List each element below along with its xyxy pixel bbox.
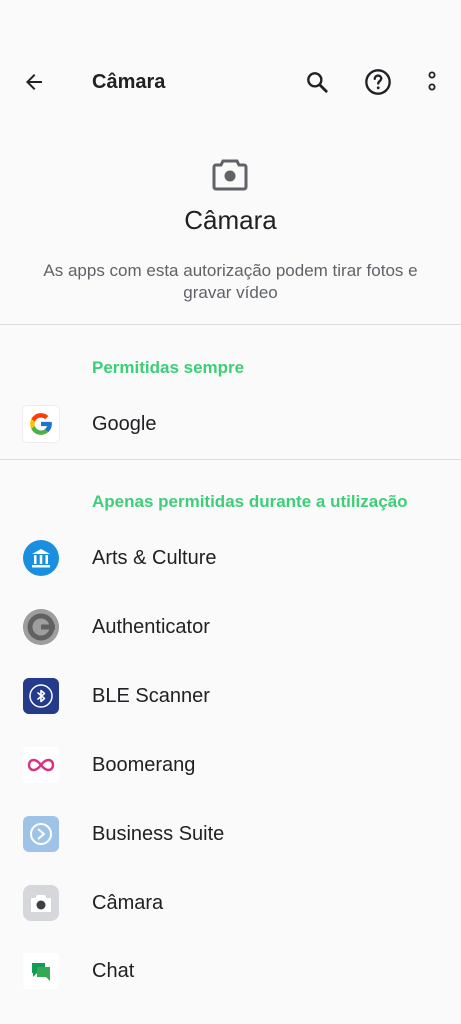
arts-culture-icon	[23, 540, 59, 576]
app-item-arts-culture[interactable]: Arts & Culture	[0, 524, 461, 593]
camera-app-icon	[23, 885, 59, 921]
business-suite-icon	[23, 816, 59, 852]
permission-description: As apps com esta autorização podem tirar…	[43, 261, 418, 302]
app-item-label: Authenticator	[92, 616, 210, 638]
app-item-label: BLE Scanner	[92, 685, 210, 707]
authenticator-icon	[23, 609, 59, 645]
search-button[interactable]	[297, 62, 337, 102]
app-item-label: Google	[92, 413, 157, 435]
app-item-label: Business Suite	[92, 823, 225, 845]
app-item-label: Câmara	[92, 892, 164, 914]
permission-title: Câmara	[184, 205, 277, 235]
more-options-button[interactable]	[412, 62, 452, 102]
app-item-google[interactable]: Google	[0, 390, 461, 459]
app-item-camera[interactable]: Câmara	[0, 869, 461, 938]
help-icon	[365, 69, 391, 95]
divider	[0, 324, 461, 325]
search-icon	[307, 72, 328, 93]
app-bar: Câmara	[0, 52, 461, 112]
google-icon	[23, 406, 59, 442]
back-button[interactable]	[14, 62, 54, 102]
app-item-business-suite[interactable]: Business Suite	[0, 800, 461, 869]
boomerang-icon	[23, 747, 59, 783]
app-item-authenticator[interactable]: Authenticator	[0, 593, 461, 662]
app-item-chat[interactable]: Chat	[0, 937, 461, 1006]
section-title-always: Permitidas sempre	[92, 358, 245, 377]
arrow-back-icon	[26, 74, 42, 90]
chat-icon	[23, 953, 59, 989]
help-button[interactable]	[358, 62, 398, 102]
divider	[0, 459, 461, 460]
app-item-ble-scanner[interactable]: BLE Scanner	[0, 662, 461, 731]
app-item-label: Arts & Culture	[92, 547, 217, 569]
more-vert-icon	[428, 71, 436, 91]
bluetooth-icon	[23, 678, 59, 714]
section-title-while-using: Apenas permitidas durante a utilização	[92, 492, 408, 511]
page-title: Câmara	[92, 71, 166, 93]
app-item-label: Boomerang	[92, 754, 196, 776]
camera-icon	[212, 159, 248, 191]
app-item-label: Chat	[92, 960, 135, 982]
app-item-boomerang[interactable]: Boomerang	[0, 731, 461, 800]
